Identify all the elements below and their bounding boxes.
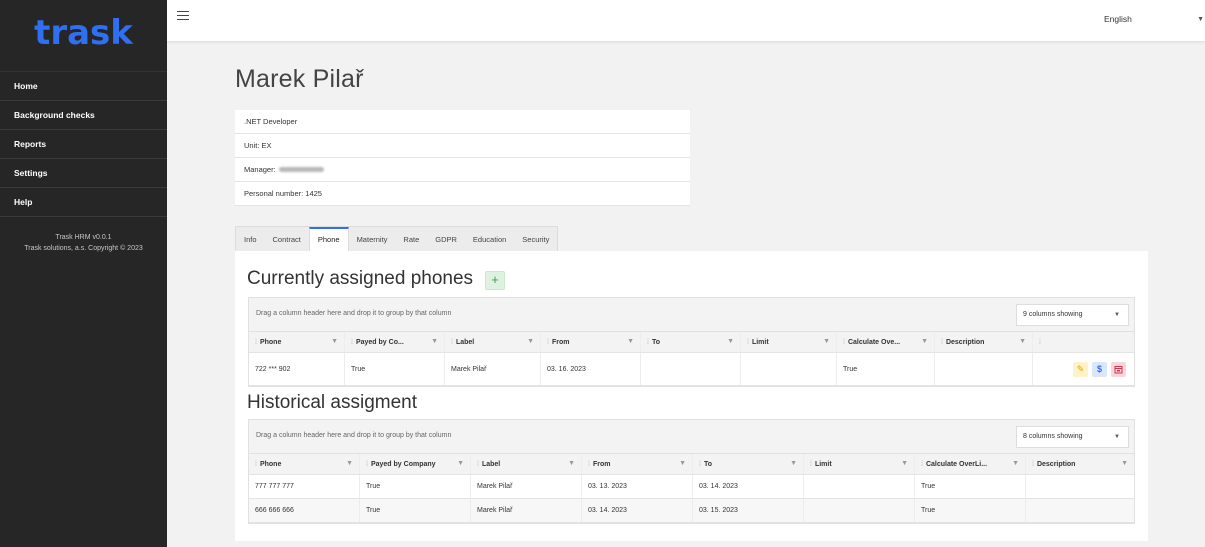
sidebar-item-reports[interactable]: Reports [0,130,167,159]
filter-icon[interactable]: ▼ [823,338,830,345]
tab-security[interactable]: Security [514,227,557,252]
filter-icon[interactable]: ▼ [627,338,634,345]
tab-education[interactable]: Education [465,227,514,252]
filter-icon[interactable]: ▼ [901,460,908,467]
column-header-payed-by[interactable]: Payed by Co...▼ [345,332,445,352]
tab-bar: Info Contract Phone Maternity Rate GDPR … [235,226,559,253]
table-row[interactable]: 777 777 777 True Marek Pilař 03. 13. 202… [249,475,1134,499]
sidebar: trask Home Background checks Reports Set… [0,0,167,547]
tab-contract[interactable]: Contract [265,227,309,252]
current-phones-title: Currently assigned phones [247,268,474,289]
grid-toolbar: Drag a column header here and drop it to… [249,420,1134,454]
copyright: Trask solutions, a.s. Copyright © 2023 [24,245,143,252]
column-header-to[interactable]: To▼ [641,332,741,352]
tab-rate[interactable]: Rate [395,227,427,252]
filter-icon[interactable]: ▼ [1121,460,1128,467]
hamburger-icon[interactable] [177,11,189,23]
column-header-limit[interactable]: Limit▼ [741,332,837,352]
manager-label: Manager: [244,165,276,174]
group-panel-hint[interactable]: Drag a column header here and drop it to… [256,310,451,317]
filter-icon[interactable]: ▼ [431,338,438,345]
column-header-actions [1033,332,1134,352]
sidebar-item-help[interactable]: Help [0,188,167,217]
add-phone-button[interactable]: + [485,271,505,290]
calendar-icon[interactable] [1111,361,1126,377]
grid-toolbar: Drag a column header here and drop it to… [249,298,1134,332]
redacted-manager [278,167,324,172]
column-header-description[interactable]: Description▼ [1026,454,1134,474]
filter-icon[interactable]: ▼ [346,460,353,467]
filter-icon[interactable]: ▼ [1019,338,1026,345]
column-header-phone[interactable]: Phone▼ [249,332,345,352]
table-row[interactable]: 666 666 666 True Marek Pilař 03. 14. 202… [249,499,1134,523]
chevron-down-icon: ▼ [1197,16,1204,23]
page-title: Marek Pilař [235,65,364,93]
filter-icon[interactable]: ▼ [331,338,338,345]
tab-info[interactable]: Info [236,227,265,252]
filter-icon[interactable]: ▼ [527,338,534,345]
table-row[interactable]: 722 *** 902 True Marek Pilař 03. 16. 202… [249,353,1134,386]
current-phones-grid: Drag a column header here and drop it to… [248,297,1135,387]
column-header-limit[interactable]: Limit▼ [804,454,915,474]
grid-header: Phone▼ Payed by Company▼ Label▼ From▼ To… [249,454,1134,475]
column-header-from[interactable]: From▼ [582,454,693,474]
column-header-label[interactable]: Label▼ [445,332,541,352]
language-value: English [1104,14,1132,24]
filter-icon[interactable]: ▼ [568,460,575,467]
filter-icon[interactable]: ▼ [727,338,734,345]
grid-header: Phone▼ Payed by Co...▼ Label▼ From▼ To▼ … [249,332,1134,353]
filter-icon[interactable]: ▼ [790,460,797,467]
column-chooser[interactable]: 8 columns showing ▼ [1016,426,1129,448]
profile-position: .NET Developer [235,110,690,134]
logo[interactable]: trask [0,0,167,72]
sidebar-item-settings[interactable]: Settings [0,159,167,188]
group-panel-hint[interactable]: Drag a column header here and drop it to… [256,432,451,439]
column-chooser[interactable]: 9 columns showing ▼ [1016,304,1129,326]
profile-info-card: .NET Developer Unit: EX Manager: Persona… [235,110,690,206]
topbar: English ▼ [167,0,1205,42]
row-actions: ✎ $ [1033,353,1134,385]
column-header-from[interactable]: From▼ [541,332,641,352]
column-header-phone[interactable]: Phone▼ [249,454,360,474]
dollar-icon[interactable]: $ [1092,361,1107,377]
tab-gdpr[interactable]: GDPR [427,227,465,252]
chevron-down-icon: ▼ [1114,434,1120,440]
column-header-calculate[interactable]: Calculate Ove...▼ [837,332,935,352]
sidebar-item-home[interactable]: Home [0,72,167,101]
tab-maternity[interactable]: Maternity [349,227,396,252]
sidebar-footer: Trask HRM v0.0.1 Trask solutions, a.s. C… [0,232,167,254]
column-header-calculate[interactable]: Calculate OverLi...▼ [915,454,1026,474]
chevron-down-icon: ▼ [1114,312,1120,318]
main-content: Marek Pilař .NET Developer Unit: EX Mana… [167,43,1205,547]
filter-icon[interactable]: ▼ [679,460,686,467]
tab-phone[interactable]: Phone [308,227,349,253]
column-header-description[interactable]: Description▼ [935,332,1033,352]
column-header-payed-by[interactable]: Payed by Company▼ [360,454,471,474]
filter-icon[interactable]: ▼ [457,460,464,467]
phone-panel: Currently assigned phones + Drag a colum… [235,251,1148,541]
history-title: Historical assigment [247,392,417,413]
history-grid: Drag a column header here and drop it to… [248,419,1135,524]
profile-personal-number: Personal number: 1425 [235,182,690,206]
filter-icon[interactable]: ▼ [921,338,928,345]
app-version: Trask HRM v0.0.1 [55,234,112,241]
profile-unit: Unit: EX [235,134,690,158]
sidebar-item-background-checks[interactable]: Background checks [0,101,167,130]
column-header-to[interactable]: To▼ [693,454,804,474]
language-select[interactable]: English ▼ [1104,14,1204,34]
edit-icon[interactable]: ✎ [1073,361,1088,377]
filter-icon[interactable]: ▼ [1012,460,1019,467]
column-header-label[interactable]: Label▼ [471,454,582,474]
profile-manager: Manager: [235,158,690,182]
